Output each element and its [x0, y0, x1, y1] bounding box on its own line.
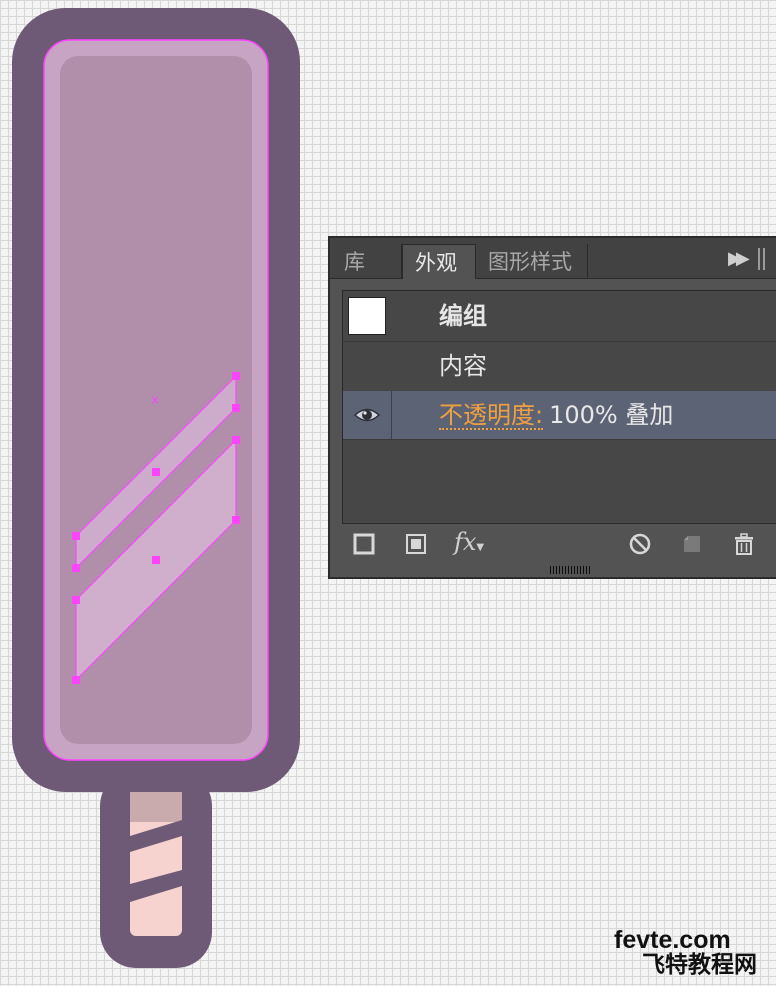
- panel-menu-icon[interactable]: ▶▶: [728, 248, 750, 269]
- tab-appearance[interactable]: 外观: [402, 244, 476, 279]
- panel-resize-grip[interactable]: [550, 566, 590, 574]
- row-divider: [391, 391, 392, 439]
- appearance-panel: 库 外观 图形样式 ▶▶ 编组 内容 不透明度: 100% 叠加 fx▼: [328, 236, 776, 579]
- center-marker: ×: [150, 393, 160, 407]
- visibility-eye-icon[interactable]: [353, 403, 381, 427]
- fevte-watermark-logo: fevte.com 飞特教程网: [614, 926, 757, 976]
- panel-tab-bar: 库 外观 图形样式 ▶▶: [330, 238, 776, 279]
- appearance-row-content[interactable]: 内容: [343, 341, 776, 392]
- tab-graphic-styles[interactable]: 图形样式: [476, 244, 588, 278]
- panel-footer: fx▼: [330, 524, 776, 564]
- appearance-row-opacity[interactable]: 不透明度: 100% 叠加: [343, 391, 776, 440]
- duplicate-item-icon[interactable]: [680, 532, 704, 556]
- opacity-value: 100% 叠加: [549, 401, 674, 429]
- watermark-line1: fevte.com: [614, 926, 731, 954]
- appearance-row-group[interactable]: 编组: [343, 291, 776, 342]
- fx-label: fx: [454, 528, 477, 556]
- opacity-link[interactable]: 不透明度:: [439, 402, 544, 430]
- delete-item-icon[interactable]: [732, 532, 756, 556]
- stick-top: [130, 792, 182, 822]
- content-label: 内容: [439, 352, 487, 380]
- group-thumbnail: [348, 297, 386, 335]
- panel-menu-separator: [758, 248, 765, 270]
- add-new-fill-icon[interactable]: [404, 532, 428, 556]
- watermark-line2: 飞特教程网: [642, 951, 757, 976]
- clear-appearance-icon[interactable]: [628, 532, 652, 556]
- tab-libraries[interactable]: 库: [332, 244, 402, 278]
- appearance-list: 编组 内容 不透明度: 100% 叠加: [342, 290, 776, 524]
- opacity-row-text: 不透明度: 100% 叠加: [439, 391, 673, 439]
- group-label: 编组: [439, 302, 487, 330]
- add-new-stroke-icon[interactable]: [352, 532, 376, 556]
- add-new-effect-icon[interactable]: fx▼: [454, 528, 494, 556]
